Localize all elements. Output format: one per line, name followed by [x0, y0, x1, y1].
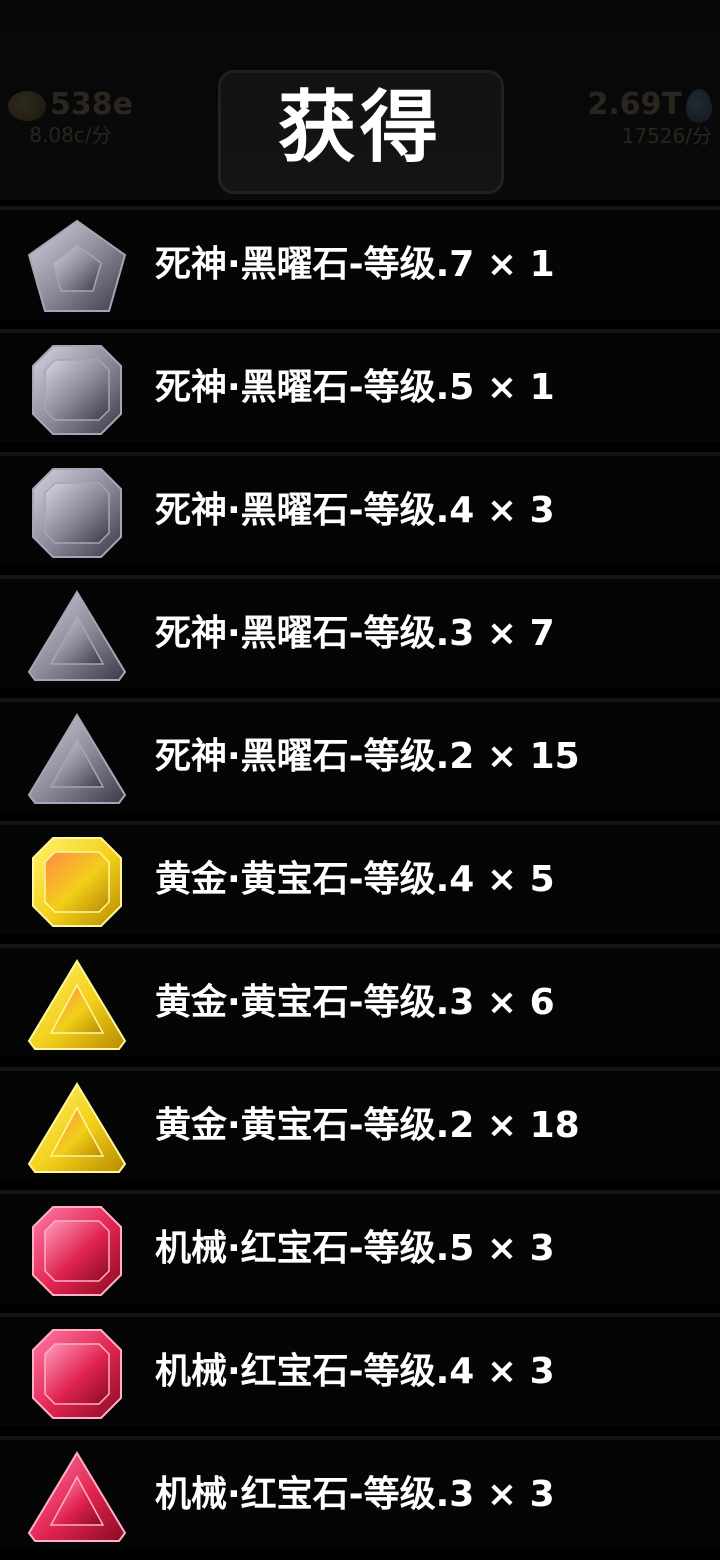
red-octagon-gem-icon — [32, 1206, 122, 1296]
reward-label: 机械·红宝石-等级.5 × 3 — [155, 1228, 555, 1269]
dark-octagon-gem-icon — [32, 345, 122, 435]
reward-title: 获得 — [277, 83, 442, 173]
gem-facet — [44, 851, 110, 913]
reward-label: 黄金·黄宝石-等级.4 × 5 — [155, 859, 555, 900]
reward-label: 机械·红宝石-等级.4 × 3 — [155, 1351, 555, 1392]
reward-row: 机械·红宝石-等级.4 × 3 — [0, 1313, 720, 1426]
reward-row: 死神·黑曜石-等级.7 × 1 — [0, 206, 720, 319]
reward-row: 机械·红宝石-等级.5 × 3 — [0, 1190, 720, 1303]
reward-label: 死神·黑曜石-等级.2 × 15 — [155, 736, 580, 777]
dark-triangle-gem-icon — [27, 713, 127, 804]
gem-facet — [44, 359, 110, 421]
reward-row: 死神·黑曜石-等级.4 × 3 — [0, 452, 720, 565]
gem-facet — [44, 1220, 110, 1282]
gem-facet — [44, 1343, 110, 1405]
reward-row: 死神·黑曜石-等级.3 × 7 — [0, 575, 720, 688]
reward-row: 死神·黑曜石-等级.2 × 15 — [0, 698, 720, 811]
reward-label: 机械·红宝石-等级.3 × 3 — [155, 1474, 555, 1515]
reward-label: 死神·黑曜石-等级.5 × 1 — [155, 367, 555, 408]
reward-row: 死神·黑曜石-等级.5 × 1 — [0, 329, 720, 442]
yellow-triangle-gem-icon — [27, 1082, 127, 1173]
dark-pentagon-gem-icon — [27, 219, 127, 312]
yellow-triangle-gem-icon — [27, 959, 127, 1050]
reward-row: 黄金·黄宝石-等级.4 × 5 — [0, 821, 720, 934]
red-triangle-gem-icon — [27, 1451, 127, 1542]
reward-row: 黄金·黄宝石-等级.3 × 6 — [0, 944, 720, 1057]
reward-label: 死神·黑曜石-等级.7 × 1 — [155, 244, 555, 285]
dark-triangle-gem-icon — [27, 590, 127, 681]
reward-label: 死神·黑曜石-等级.4 × 3 — [155, 490, 555, 531]
reward-label: 黄金·黄宝石-等级.2 × 18 — [155, 1105, 580, 1146]
gem-facet — [44, 482, 110, 544]
red-octagon-gem-icon — [32, 1329, 122, 1419]
reward-label: 死神·黑曜石-等级.3 × 7 — [155, 613, 555, 654]
reward-row: 黄金·黄宝石-等级.2 × 18 — [0, 1067, 720, 1180]
reward-row: 机械·红宝石-等级.3 × 3 — [0, 1436, 720, 1549]
reward-label: 黄金·黄宝石-等级.3 × 6 — [155, 982, 555, 1023]
yellow-octagon-gem-icon — [32, 837, 122, 927]
dark-octagon-gem-icon — [32, 468, 122, 558]
